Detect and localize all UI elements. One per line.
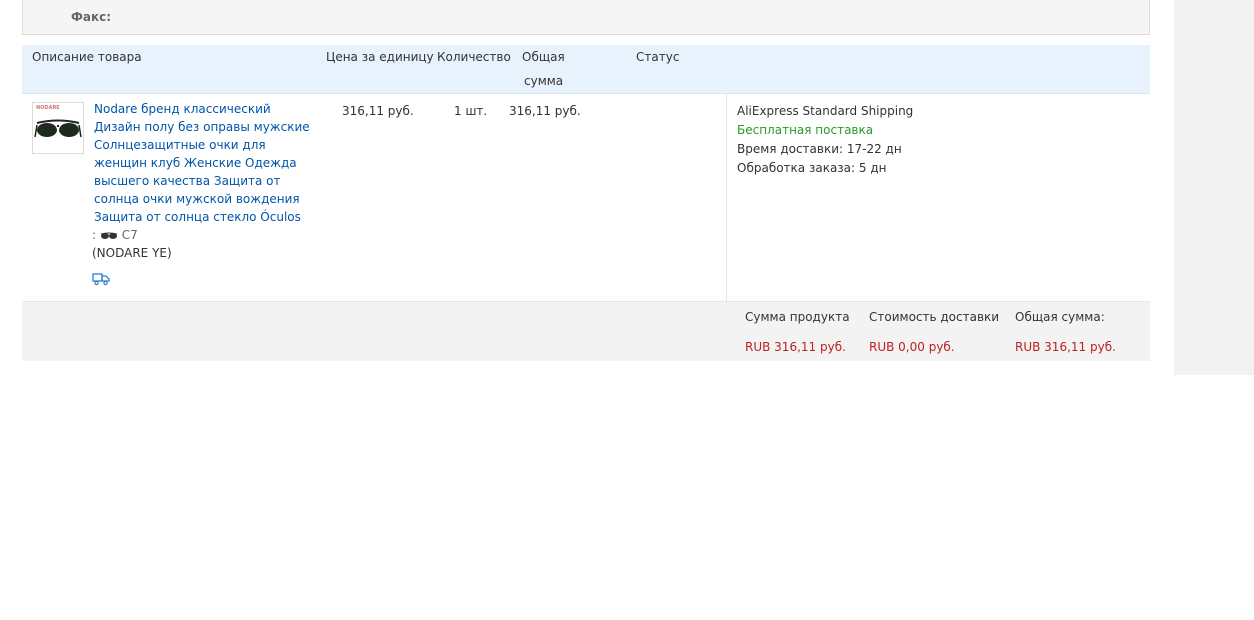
product-title-link[interactable]: Nodare бренд классический Дизайн полу бе… — [94, 100, 316, 226]
total-cell: 316,11 руб. — [509, 104, 581, 118]
shipping-info: AliExpress Standard Shipping Бесплатная … — [737, 102, 913, 178]
product-property: : C7 — [92, 227, 138, 243]
right-side-panel — [1174, 0, 1254, 375]
grand-total-label: Общая сумма: — [1015, 310, 1105, 324]
property-prefix: : — [92, 228, 97, 242]
shipping-method: AliExpress Standard Shipping — [737, 104, 914, 118]
free-shipping-label: Бесплатная поставка — [737, 123, 874, 137]
thumb-brand-logo: NODARE — [36, 105, 60, 111]
column-divider — [726, 94, 727, 301]
header-status: Статус — [636, 50, 680, 64]
delivery-time: Время доставки: 17-22 дн — [737, 142, 902, 156]
quantity-cell: 1 шт. — [454, 104, 488, 118]
header-total-line2: сумма — [524, 74, 564, 88]
product-sum-label: Сумма продукта — [745, 310, 850, 324]
header-quantity: Количество — [437, 50, 511, 64]
fax-label: Факс: — [71, 10, 112, 24]
shipping-cost-label: Стоимость доставки — [869, 310, 1000, 324]
truck-icon — [92, 273, 110, 286]
unit-price-cell: 316,11 руб. — [342, 104, 414, 118]
order-table-header: Описание товара Цена за единицу Количест… — [22, 45, 1150, 94]
order-totals-footer: Сумма продукта Стоимость доставки Общая … — [22, 302, 1150, 361]
product-brand: (NODARE YE) — [92, 246, 172, 260]
header-unit-price: Цена за единицу — [326, 50, 434, 64]
processing-time: Обработка заказа: 5 дн — [737, 161, 887, 175]
product-thumbnail[interactable]: NODARE — [32, 102, 84, 154]
grand-total-value: RUB 316,11 руб. — [1015, 340, 1116, 354]
order-item-row: NODARE Nodare бренд классический Дизайн … — [22, 94, 1150, 302]
fax-row: Факс: — [22, 0, 1150, 35]
property-value: C7 — [121, 228, 138, 242]
shipping-cost-value: RUB 0,00 руб. — [869, 340, 955, 354]
header-total-line1: Общая — [522, 50, 565, 64]
product-sum-value: RUB 316,11 руб. — [745, 340, 846, 354]
header-description: Описание товара — [32, 50, 142, 64]
sunglasses-variant-icon — [100, 232, 117, 239]
